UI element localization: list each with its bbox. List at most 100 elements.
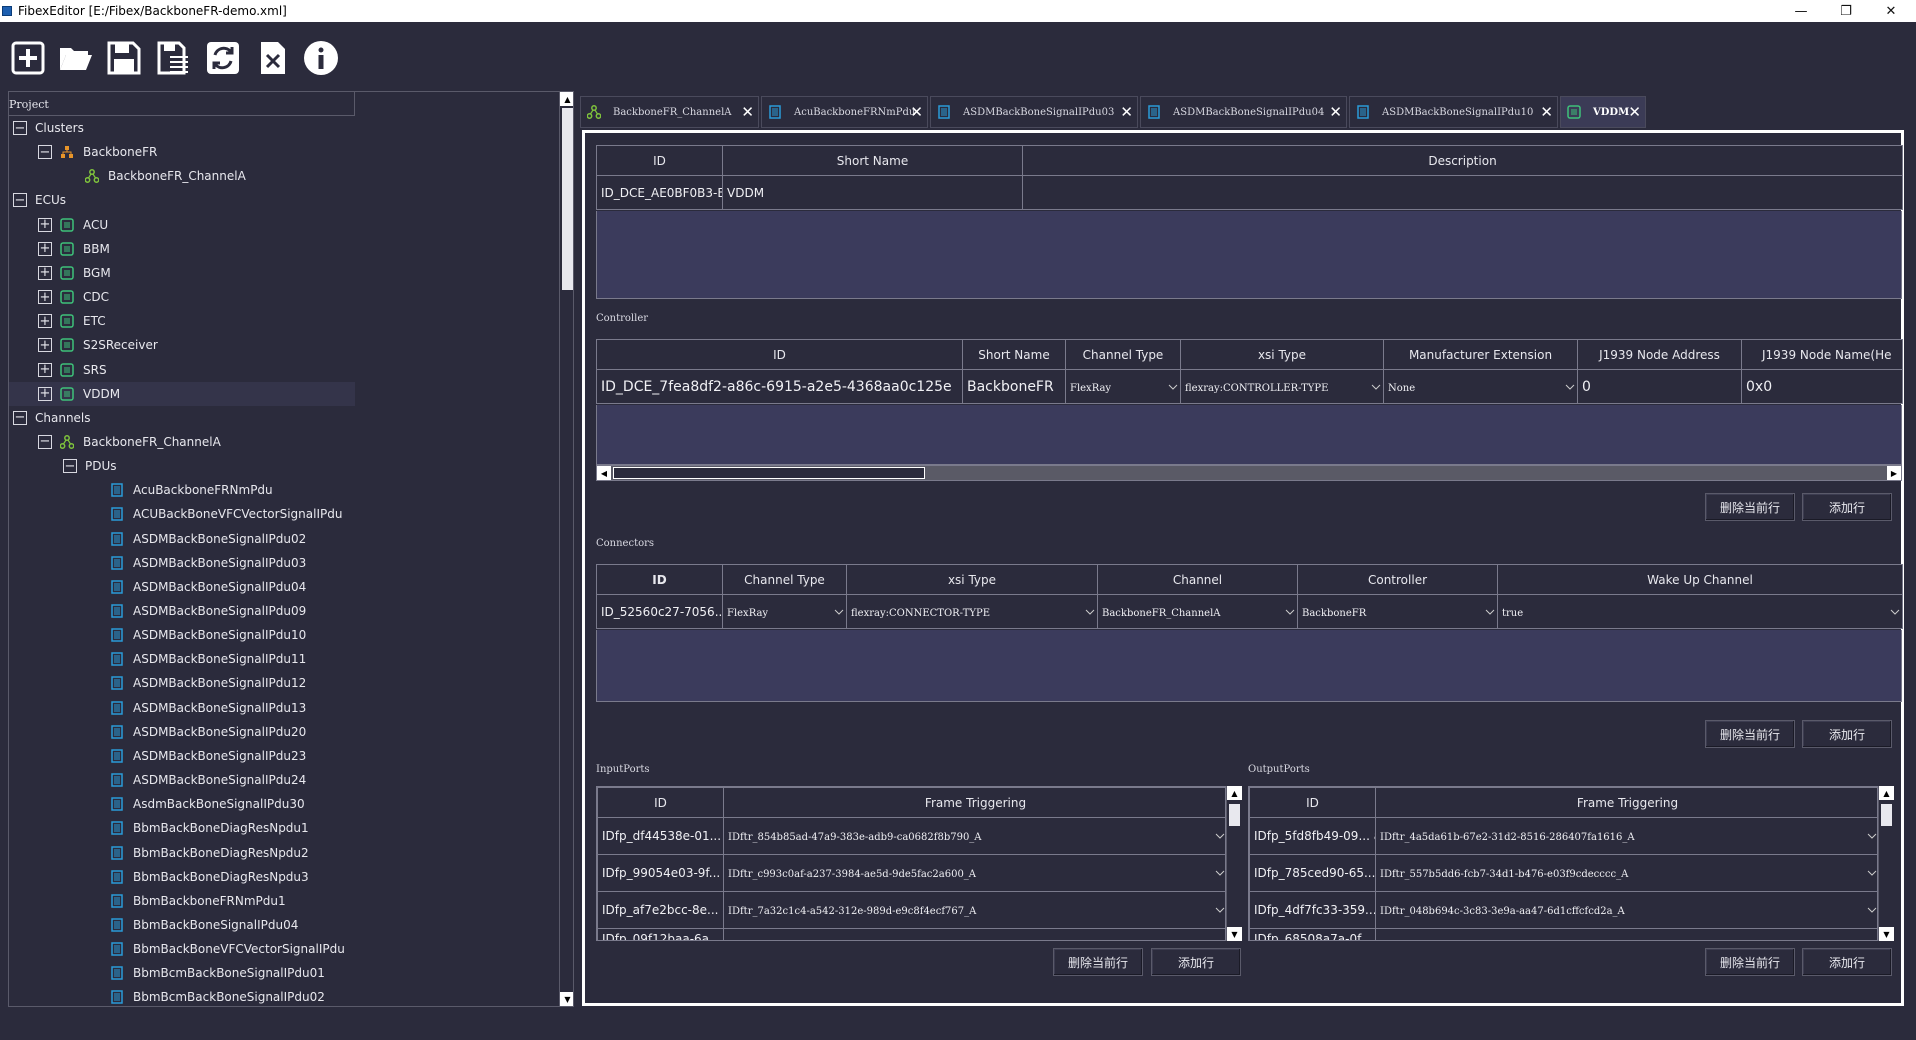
refresh-icon[interactable]: [204, 38, 242, 78]
input-ports-scrollbar[interactable]: ▲ ▼: [1226, 786, 1242, 941]
ecu-description-cell[interactable]: [1022, 175, 1903, 210]
scroll-up-arrow[interactable]: ▲: [1227, 786, 1242, 800]
frame-triggering-select[interactable]: IDftr_7a32c1c4-a542-312e-989d-e9c8f4ecf7…: [723, 891, 1225, 929]
tree-scrollbar[interactable]: ▲ ▼: [559, 92, 573, 1006]
tree-item[interactable]: BbmBackBoneVFCVectorSignalIPdu: [9, 937, 355, 961]
controller-delete-row-button[interactable]: 删除当前行: [1705, 493, 1795, 521]
tree-item[interactable]: ASDMBackBoneSignalIPdu02: [9, 527, 355, 551]
tree-item[interactable]: + CDC: [9, 285, 355, 309]
tree-item[interactable]: − BackboneFR: [9, 140, 355, 164]
j1939-node-name-cell[interactable]: 0x0: [1741, 369, 1903, 404]
connector-controller-select[interactable]: BackboneFR: [1297, 594, 1498, 629]
tab-backbonefr_channela[interactable]: BackboneFR_ChannelA ✕: [580, 96, 759, 128]
j1939-node-address-cell[interactable]: 0: [1577, 369, 1742, 404]
save-as-icon[interactable]: [155, 38, 193, 78]
table-row[interactable]: IDfp_68508a7a-0f...: [1249, 928, 1877, 940]
port-id-cell[interactable]: IDfp_af7e2bcc-8e... ad7d-33f6832153...: [597, 891, 724, 929]
column-header-frame-triggering[interactable]: Frame Triggering: [723, 787, 1225, 818]
table-row[interactable]: IDfp_af7e2bcc-8e... ad7d-33f6832153... ID…: [597, 891, 1225, 929]
tree-item[interactable]: BbmBcmBackBoneSignalIPdu02: [9, 985, 355, 1006]
connector-xsi-type-select[interactable]: flexray:CONNECTOR-TYPE: [846, 594, 1098, 629]
tab-asdmbackbonesignalipdu10[interactable]: ASDMBackBoneSignalIPdu10 ✕: [1349, 96, 1558, 128]
close-button[interactable]: ✕: [1868, 0, 1914, 22]
column-header-channel[interactable]: Channel: [1097, 564, 1298, 595]
expand-icon[interactable]: +: [38, 338, 52, 353]
close-tab-icon[interactable]: ✕: [1329, 103, 1342, 121]
frame-triggering-select[interactable]: IDftr_048b694c-3c83-3e9a-aa47-6d1cffcfcd…: [1375, 891, 1877, 929]
expand-icon[interactable]: +: [38, 362, 52, 377]
tab-acubackbonefrnmpdu[interactable]: AcuBackboneFRNmPdu ✕: [761, 96, 928, 128]
frame-triggering-select[interactable]: IDftr_c993c0af-a237-3984-ae5d-9de5fac2a6…: [723, 854, 1225, 892]
connector-channel-select[interactable]: BackboneFR_ChannelA: [1097, 594, 1298, 629]
tree-item[interactable]: ASDMBackBoneSignalIPdu24: [9, 768, 355, 792]
scroll-up-arrow[interactable]: ▲: [560, 92, 573, 106]
column-header-description[interactable]: Description: [1022, 145, 1903, 176]
controller-id-cell[interactable]: ID_DCE_7fea8df2-a86c-6915-a2e5-4368aa0c1…: [596, 369, 963, 404]
controller-add-row-button[interactable]: 添加行: [1802, 493, 1892, 521]
expand-icon[interactable]: +: [38, 314, 52, 329]
close-tab-icon[interactable]: ✕: [1628, 103, 1641, 121]
controller-short-name-cell[interactable]: BackboneFR: [962, 369, 1066, 404]
connector-id-cell[interactable]: ID_52560c27-7056...: [596, 594, 723, 629]
column-header-xsi-type[interactable]: xsi Type: [1180, 339, 1384, 370]
expand-icon[interactable]: +: [38, 290, 52, 305]
controller-horizontal-scrollbar[interactable]: ◀ ▶: [596, 465, 1902, 481]
ecu-id-cell[interactable]: ID_DCE_AE0BF0B3-E4E8-4213-80CE-...: [596, 175, 723, 210]
connectors-delete-row-button[interactable]: 删除当前行: [1705, 720, 1795, 748]
scroll-down-arrow[interactable]: ▼: [1227, 927, 1242, 941]
tree-item[interactable]: + ETC: [9, 309, 355, 333]
column-header-j1939-node-address[interactable]: J1939 Node Address: [1577, 339, 1742, 370]
controller-scroll-thumb[interactable]: [613, 467, 925, 479]
tree-item[interactable]: + SRS: [9, 358, 355, 382]
collapse-icon[interactable]: −: [13, 193, 27, 208]
frame-triggering-select[interactable]: IDftr_854b85ad-47a9-383e-adb9-ca0682f8b7…: [723, 817, 1225, 855]
tree-item[interactable]: ASDMBackBoneSignalIPdu20: [9, 720, 355, 744]
tree-item[interactable]: ASDMBackBoneSignalIPdu23: [9, 744, 355, 768]
tree-item[interactable]: + BBM: [9, 237, 355, 261]
tab-vddm[interactable]: VDDM ✕: [1560, 96, 1646, 128]
column-header-id[interactable]: ID: [596, 145, 723, 176]
new-icon[interactable]: [9, 38, 47, 78]
table-row[interactable]: IDfp_5fd8fb49-09... aec6-... IDftr_4a5da6…: [1249, 817, 1877, 855]
minimize-button[interactable]: —: [1778, 0, 1824, 22]
column-header-short-name[interactable]: Short Name: [962, 339, 1066, 370]
tree-item[interactable]: ASDMBackBoneSignalIPdu03: [9, 551, 355, 575]
output-ports-add-row-button[interactable]: 添加行: [1802, 948, 1892, 976]
column-header-id[interactable]: ID: [596, 564, 723, 595]
column-header-channel-type[interactable]: Channel Type: [1065, 339, 1181, 370]
tree-item[interactable]: ACUBackBoneVFCVectorSignalIPdu: [9, 502, 355, 526]
port-id-cell[interactable]: IDfp_4df7fc33-359... bee0-...: [1249, 891, 1376, 929]
tree-item[interactable]: − BackboneFR_ChannelA: [9, 430, 355, 454]
column-header-xsi-type[interactable]: xsi Type: [846, 564, 1098, 595]
expand-icon[interactable]: +: [38, 265, 52, 280]
open-folder-icon[interactable]: [56, 38, 94, 78]
tree-item[interactable]: − ECUs: [9, 188, 355, 212]
ecu-short-name-cell[interactable]: VDDM: [722, 175, 1023, 210]
output-ports-delete-row-button[interactable]: 删除当前行: [1705, 948, 1795, 976]
input-ports-scroll-thumb[interactable]: [1229, 804, 1240, 826]
maximize-button[interactable]: ❐: [1823, 0, 1869, 22]
channel-type-select[interactable]: FlexRay: [1065, 369, 1181, 404]
port-id-cell[interactable]: IDfp_68508a7a-0f...: [1249, 928, 1376, 940]
tree-item[interactable]: − PDUs: [9, 454, 355, 478]
tree-item[interactable]: AcuBackboneFRNmPdu: [9, 478, 355, 502]
output-ports-scroll-thumb[interactable]: [1881, 804, 1892, 826]
frame-triggering-select[interactable]: IDftr_557b5dd6-fcb7-34d1-b476-e03f9cdecc…: [1375, 854, 1877, 892]
collapse-icon[interactable]: −: [38, 434, 52, 449]
info-icon[interactable]: [302, 38, 340, 78]
tree-item[interactable]: ASDMBackBoneSignalIPdu04: [9, 575, 355, 599]
tree-item[interactable]: ASDMBackBoneSignalIPdu10: [9, 623, 355, 647]
column-header-controller[interactable]: Controller: [1297, 564, 1498, 595]
scroll-right-arrow[interactable]: ▶: [1887, 466, 1901, 480]
column-header-j1939-node-name[interactable]: J1939 Node Name(He: [1741, 339, 1903, 370]
connectors-add-row-button[interactable]: 添加行: [1802, 720, 1892, 748]
save-icon[interactable]: [105, 38, 143, 78]
port-id-cell[interactable]: IDfp_df44538e-01... e4c1ee8d7f57_A: [597, 817, 724, 855]
scroll-up-arrow[interactable]: ▲: [1879, 786, 1894, 800]
tree-item[interactable]: BbmBackBoneDiagResNpdu1: [9, 816, 355, 840]
tree-item[interactable]: AsdmBackBoneSignalIPdu30: [9, 792, 355, 816]
scroll-down-arrow[interactable]: ▼: [1879, 927, 1894, 941]
column-header-frame-triggering[interactable]: Frame Triggering: [1375, 787, 1877, 818]
tree-item[interactable]: BbmBackBoneDiagResNpdu3: [9, 865, 355, 889]
scroll-down-arrow[interactable]: ▼: [560, 992, 573, 1006]
